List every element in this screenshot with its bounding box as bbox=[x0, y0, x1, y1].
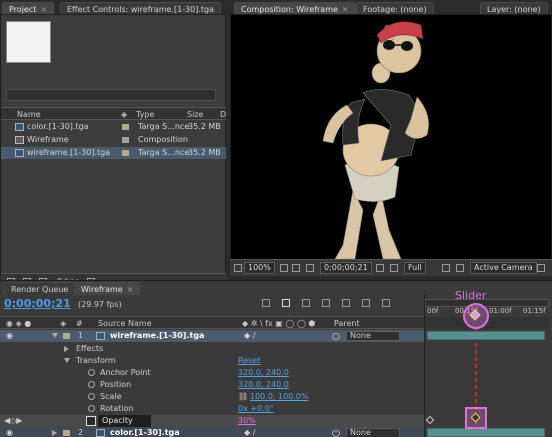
column-layer-number: # bbox=[76, 319, 83, 328]
property-scale[interactable]: Scale ⛓ 100.0, 100.0% bbox=[0, 391, 424, 403]
timeline-current-time[interactable]: 0;00;00;21 bbox=[4, 297, 71, 310]
label-swatch[interactable] bbox=[63, 333, 70, 339]
constrain-proportions-icon[interactable]: ⛓ bbox=[238, 392, 248, 401]
property-position[interactable]: Position 320.0, 240.0 bbox=[0, 379, 424, 391]
project-panel: Name ◈ Type Size D color.[1-30].tga Targ… bbox=[0, 14, 227, 290]
effects-group[interactable]: Effects bbox=[0, 343, 424, 355]
view-layout-icon[interactable] bbox=[537, 264, 545, 272]
footage-icon bbox=[15, 149, 24, 157]
video-toggle-icon[interactable]: ◉ bbox=[6, 331, 13, 340]
keyframe-navigator-icon[interactable]: ◀◇▶ bbox=[4, 416, 22, 425]
parent-dropdown[interactable]: None bbox=[346, 331, 400, 341]
composition-toolbar: 100% 0;00;00;21 Full Active Camera bbox=[230, 259, 552, 276]
layer-switches[interactable]: ◆ / bbox=[244, 331, 255, 340]
pick-whip-icon[interactable] bbox=[332, 333, 340, 340]
character-render-image bbox=[322, 21, 429, 260]
comp-mini-flowchart-icon[interactable] bbox=[262, 299, 270, 307]
layer-name[interactable]: color.[1-30].tga bbox=[110, 428, 180, 437]
ruler-label: 01:15f bbox=[523, 307, 546, 315]
hide-shy-layers-icon[interactable] bbox=[322, 299, 330, 307]
frame-blending-icon[interactable] bbox=[342, 299, 350, 307]
column-parent[interactable]: Parent bbox=[334, 319, 360, 328]
region-of-interest-icon[interactable] bbox=[442, 264, 450, 272]
work-area-bar[interactable] bbox=[425, 299, 549, 307]
stopwatch-icon[interactable] bbox=[88, 393, 95, 400]
layer-duration-bar-1[interactable] bbox=[427, 331, 545, 340]
label-swatch bbox=[122, 150, 129, 156]
project-column-headers: Name ◈ Type Size D bbox=[1, 107, 226, 120]
footage-icon bbox=[96, 332, 105, 340]
reset-link[interactable]: Reset bbox=[238, 356, 260, 365]
composition-icon bbox=[15, 136, 24, 144]
project-search-input[interactable] bbox=[6, 89, 216, 101]
camera-view-dropdown[interactable]: Active Camera bbox=[470, 262, 537, 274]
grid-icon[interactable] bbox=[292, 264, 300, 272]
keyframe-start[interactable] bbox=[425, 415, 435, 425]
pick-whip-icon[interactable] bbox=[332, 430, 340, 437]
always-preview-icon[interactable] bbox=[234, 264, 242, 272]
safe-zones-icon[interactable] bbox=[280, 264, 288, 272]
column-source-name[interactable]: Source Name bbox=[98, 319, 152, 328]
tab-timeline-wireframe[interactable]: Wireframe × bbox=[74, 282, 141, 295]
column-d[interactable]: D bbox=[220, 110, 226, 119]
layer-name[interactable]: wireframe.[1-30].tga bbox=[110, 331, 204, 340]
expand-layer-icon[interactable] bbox=[52, 333, 58, 338]
column-name[interactable]: Name bbox=[17, 110, 41, 119]
tab-render-queue[interactable]: Render Queue bbox=[4, 282, 76, 295]
label-column-icon[interactable]: ◈ bbox=[121, 110, 127, 119]
composition-viewer[interactable] bbox=[230, 14, 552, 276]
graph-editor-icon[interactable] bbox=[382, 299, 390, 307]
label-column-icon: ◈ bbox=[60, 319, 67, 328]
label-swatch[interactable] bbox=[63, 430, 70, 436]
collapse-icon[interactable] bbox=[64, 358, 70, 363]
stopwatch-icon[interactable] bbox=[88, 369, 95, 376]
motion-blur-icon[interactable] bbox=[362, 299, 370, 307]
timeline-column-headers: ◉ ◈ ● ◈ # Source Name ◆ ✲ \ fx ▣ ◯ ◯ ⬢ P… bbox=[0, 316, 424, 329]
layer-switches[interactable]: ◆ / bbox=[244, 428, 255, 437]
property-anchor-point[interactable]: Anchor Point 320.0, 240.0 bbox=[0, 367, 424, 379]
footage-icon bbox=[15, 123, 24, 131]
transparency-grid-icon[interactable] bbox=[456, 264, 464, 272]
slider-annotation-label: Slider bbox=[455, 289, 487, 302]
stopwatch-icon[interactable] bbox=[88, 405, 95, 412]
time-graph[interactable]: 00f 00:15f 01:00f 01:15f Slider bbox=[424, 289, 552, 437]
label-swatch bbox=[122, 124, 129, 130]
mask-visibility-icon[interactable] bbox=[306, 264, 314, 272]
ruler-label: 01:00f bbox=[489, 307, 512, 315]
column-size[interactable]: Size bbox=[187, 110, 203, 119]
resolution-dropdown[interactable]: Full bbox=[404, 262, 426, 274]
layer-row-1[interactable]: ◉ 1 wireframe.[1-30].tga ◆ / None bbox=[0, 330, 424, 342]
layer-row-2[interactable]: ◉ 2 color.[1-30].tga ◆ / None bbox=[0, 427, 424, 437]
timeline-panel: Render Queue Wireframe × 0;00;00;21 (29.9… bbox=[0, 280, 552, 437]
magnification-dropdown[interactable]: 100% bbox=[244, 262, 275, 274]
parent-dropdown[interactable]: None bbox=[346, 428, 400, 437]
project-item[interactable]: Wireframe Composition bbox=[1, 134, 226, 146]
draft-3d-icon[interactable] bbox=[302, 299, 310, 307]
project-item[interactable]: color.[1-30].tga Targa S...nce 35.2 MB bbox=[1, 121, 226, 133]
label-swatch bbox=[122, 137, 129, 143]
av-features-icon: ◉ ◈ ● bbox=[6, 319, 32, 328]
timeline-switch-buttons bbox=[262, 297, 418, 311]
project-item-selected[interactable]: wireframe.[1-30].tga Targa S...nce 35.2 … bbox=[1, 147, 226, 159]
stopwatch-active-icon[interactable] bbox=[86, 416, 96, 426]
show-channel-icon[interactable] bbox=[390, 264, 398, 272]
frame-rate-label: (29.97 fps) bbox=[78, 300, 122, 309]
expand-icon[interactable] bbox=[64, 346, 69, 352]
footage-icon bbox=[96, 429, 105, 437]
stopwatch-icon[interactable] bbox=[88, 381, 95, 388]
property-opacity[interactable]: ◀◇▶ Opacity 30% bbox=[0, 415, 424, 427]
current-time-display[interactable]: 0;00;00;21 bbox=[320, 262, 372, 274]
transform-group[interactable]: Transform Reset bbox=[0, 355, 424, 367]
switches-icons: ◆ ✲ \ fx ▣ ◯ ◯ ⬢ bbox=[242, 319, 316, 328]
layer-duration-bar-2[interactable] bbox=[427, 428, 545, 437]
project-thumbnail bbox=[6, 21, 51, 63]
column-type[interactable]: Type bbox=[136, 110, 154, 119]
property-rotation[interactable]: Rotation 0x +0.0° bbox=[0, 403, 424, 415]
expand-layer-icon[interactable] bbox=[52, 430, 57, 436]
video-toggle-icon[interactable]: ◉ bbox=[6, 428, 13, 437]
live-update-icon[interactable] bbox=[282, 299, 290, 307]
ruler-label: 00f bbox=[427, 307, 439, 315]
snapshot-icon[interactable] bbox=[376, 264, 384, 272]
